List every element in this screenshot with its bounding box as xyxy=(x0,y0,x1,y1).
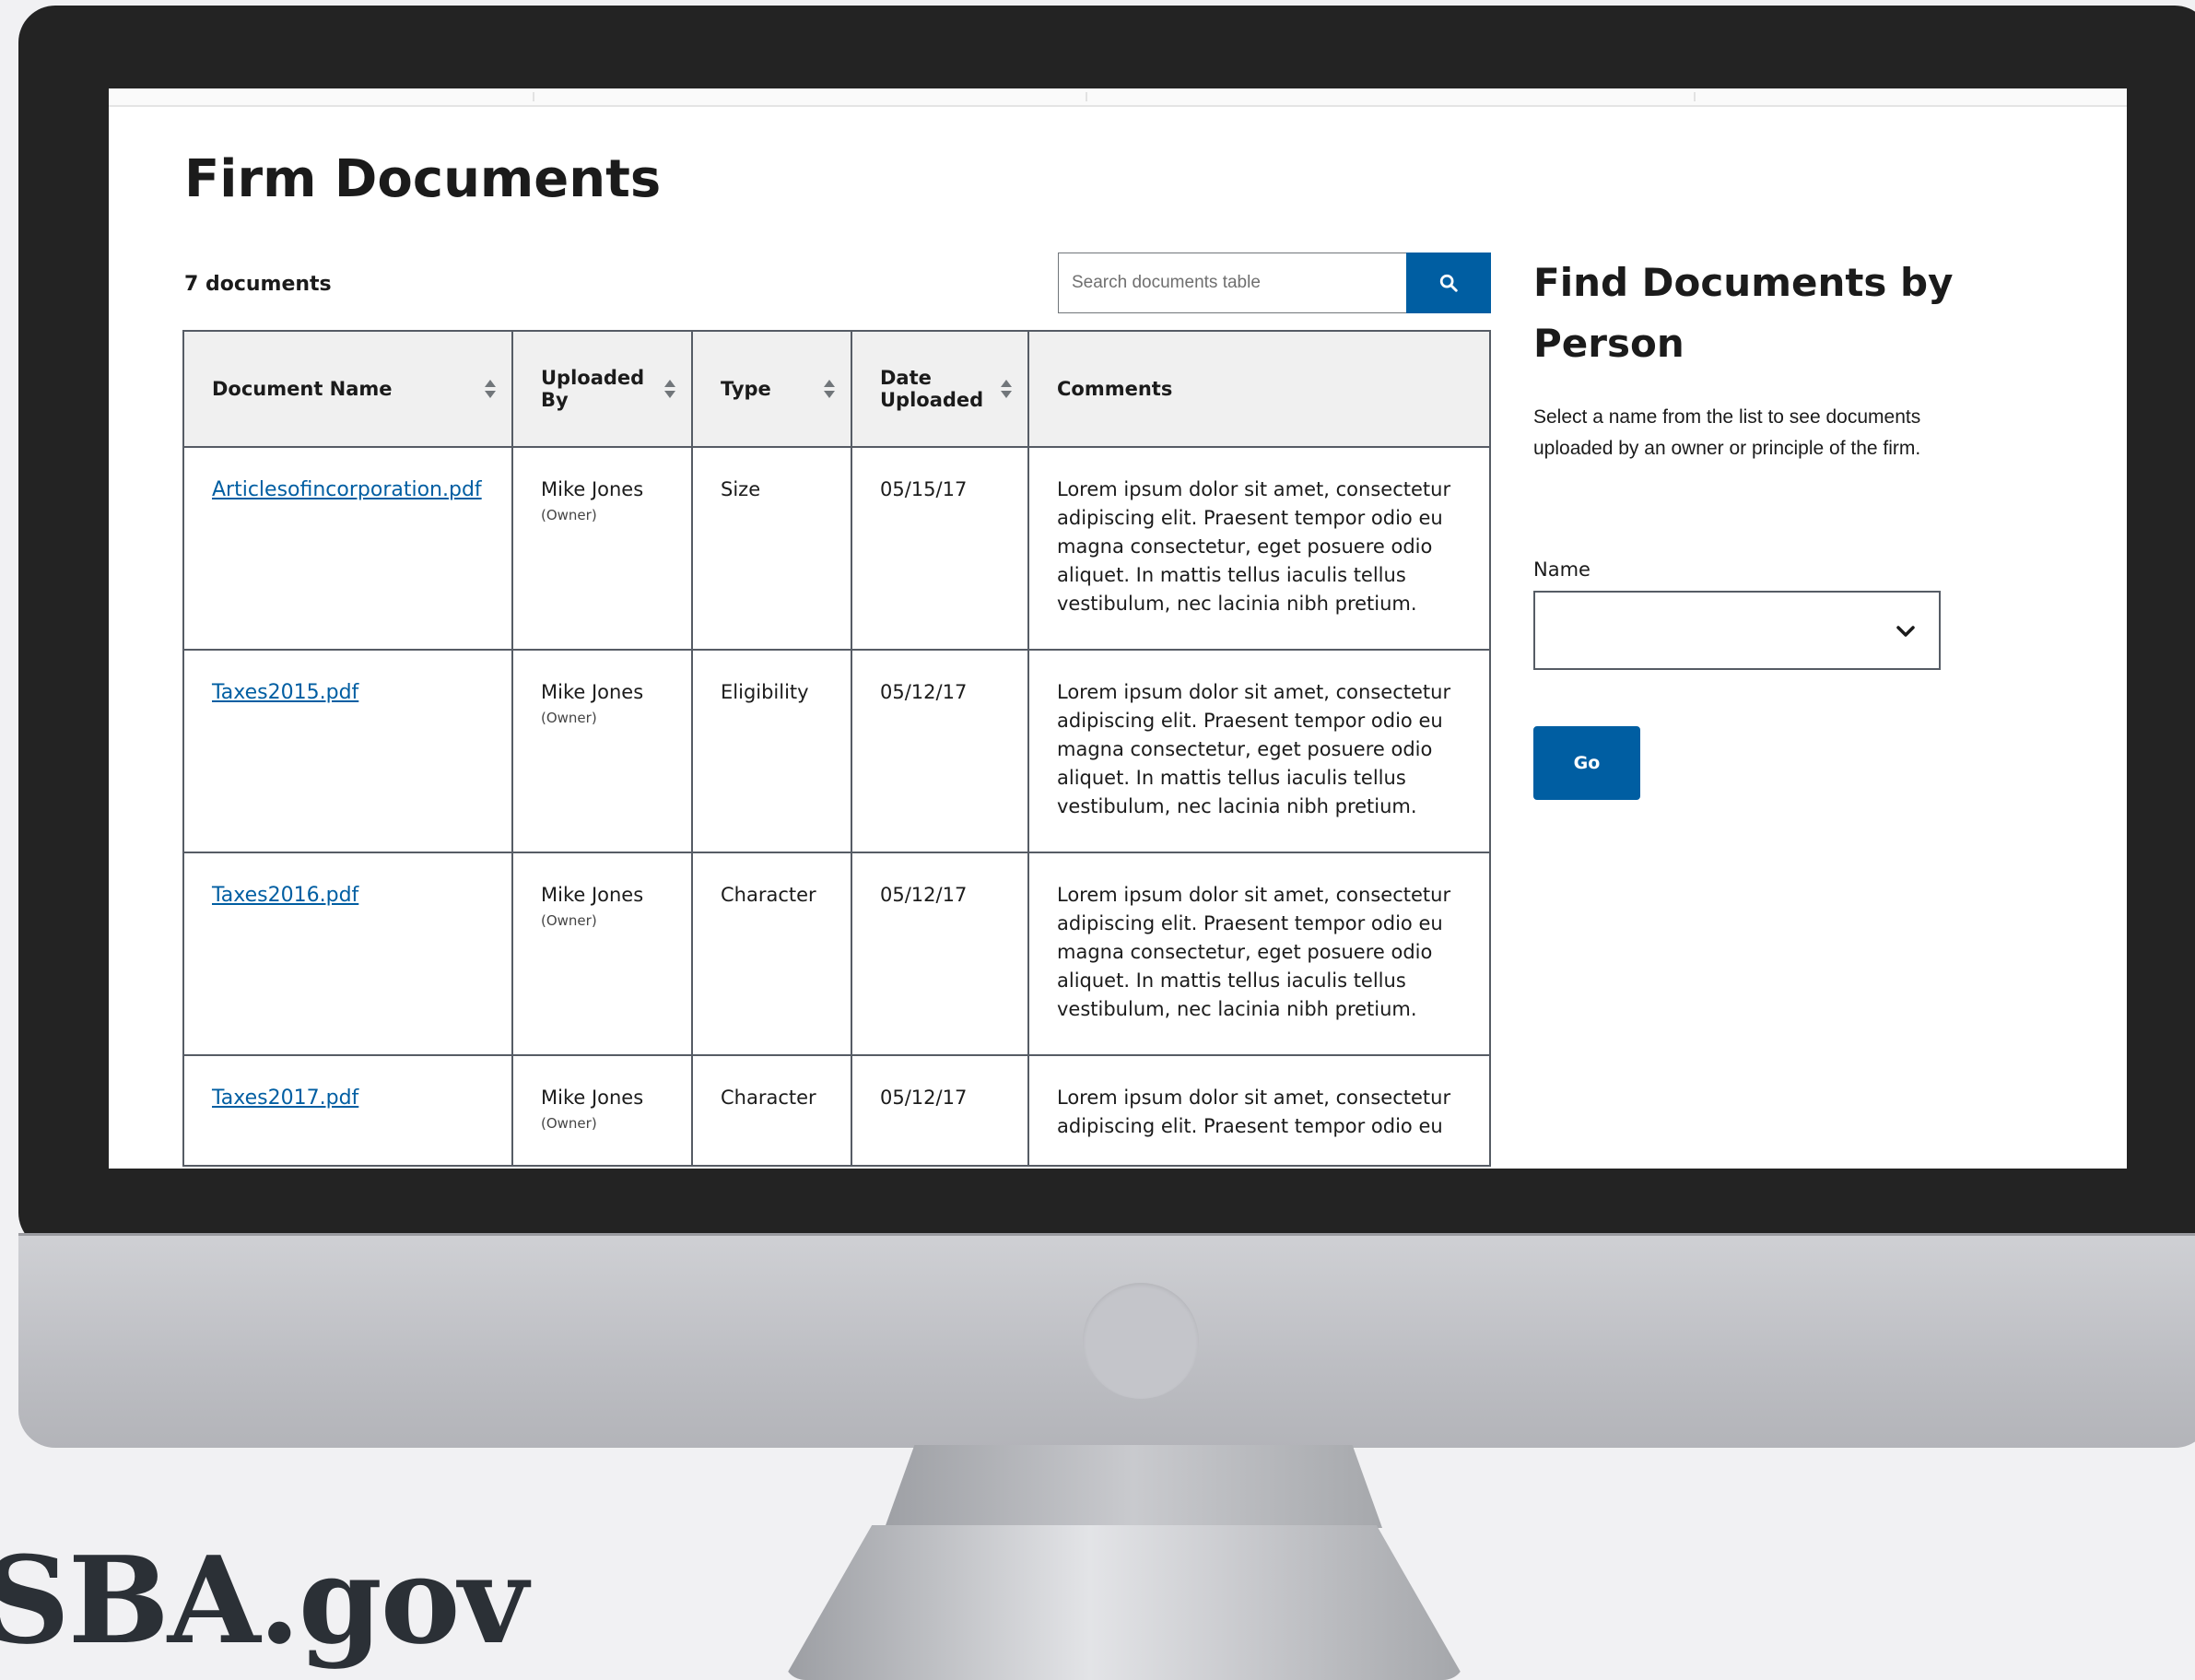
cell-comments: Lorem ipsum dolor sit amet, consectetur … xyxy=(1027,852,1491,1056)
column-header-label: Document Name xyxy=(212,378,393,400)
cell-comments: Lorem ipsum dolor sit amet, consectetur … xyxy=(1027,446,1491,651)
uploader-role: (Owner) xyxy=(541,710,597,726)
cell-date: 05/15/17 xyxy=(851,446,1029,651)
document-link[interactable]: Taxes2016.pdf xyxy=(212,884,358,907)
name-label: Name xyxy=(1533,558,1590,581)
sidebar-help-text: Select a name from the list to see docum… xyxy=(1533,406,1921,459)
page-title: Firm Documents xyxy=(184,149,662,209)
cell-document-name: Taxes2015.pdf xyxy=(182,649,513,853)
cell-uploaded-by: Mike Jones (Owner) xyxy=(511,446,693,651)
table-row: Articlesofincorporation.pdf Mike Jones (O… xyxy=(182,446,1491,651)
column-header-date-uploaded[interactable]: Date Uploaded xyxy=(851,330,1029,448)
cell-document-name: Articlesofincorporation.pdf xyxy=(182,446,513,651)
column-header-document-name[interactable]: Document Name xyxy=(182,330,513,448)
cell-date: 05/12/17 xyxy=(851,649,1029,853)
uploader-name: Mike Jones xyxy=(541,1087,644,1109)
uploader-name: Mike Jones xyxy=(541,681,644,703)
table-header-row: Document Name Uploaded By Type Date Uplo… xyxy=(182,330,1491,448)
uploader-role: (Owner) xyxy=(541,912,597,929)
table-row: Taxes2017.pdf Mike Jones (Owner) Characte… xyxy=(182,1054,1491,1167)
uploader-role: (Owner) xyxy=(541,1115,597,1132)
nav-divider xyxy=(1694,92,1696,101)
cell-uploaded-by: Mike Jones (Owner) xyxy=(511,649,693,853)
sort-icon xyxy=(1001,380,1012,398)
sba-logo: SBA.gov xyxy=(0,1530,528,1671)
uploader-name: Mike Jones xyxy=(541,884,644,906)
cell-type: Size xyxy=(691,446,852,651)
cell-type: Eligibility xyxy=(691,649,852,853)
table-row: Taxes2015.pdf Mike Jones (Owner) Eligibil… xyxy=(182,649,1491,853)
monitor-logo-circle xyxy=(1083,1283,1199,1399)
document-link[interactable]: Taxes2015.pdf xyxy=(212,681,358,704)
monitor-neck xyxy=(885,1445,1382,1528)
uploader-name: Mike Jones xyxy=(541,478,644,500)
cell-document-name: Taxes2017.pdf xyxy=(182,1054,513,1167)
search-form xyxy=(1058,253,1491,313)
search-input[interactable] xyxy=(1058,253,1406,313)
column-header-label: Comments xyxy=(1057,378,1173,400)
cell-document-name: Taxes2016.pdf xyxy=(182,852,513,1056)
sort-icon xyxy=(485,380,496,398)
document-count: 7 documents xyxy=(184,273,332,296)
sort-icon xyxy=(664,380,675,398)
column-header-comments: Comments xyxy=(1027,330,1491,448)
column-header-type[interactable]: Type xyxy=(691,330,852,448)
table-row: Taxes2016.pdf Mike Jones (Owner) Characte… xyxy=(182,852,1491,1056)
search-icon xyxy=(1439,274,1458,292)
cell-uploaded-by: Mike Jones (Owner) xyxy=(511,1054,693,1167)
name-select[interactable] xyxy=(1533,591,1941,670)
screen: Firm Documents 7 documents Document Name… xyxy=(109,88,2127,1169)
go-button[interactable]: Go xyxy=(1533,726,1640,800)
document-link[interactable]: Taxes2017.pdf xyxy=(212,1087,358,1110)
nav-divider xyxy=(1086,92,1087,101)
monitor-stand xyxy=(783,1525,1465,1680)
uploader-role: (Owner) xyxy=(541,507,597,523)
cell-date: 05/12/17 xyxy=(851,852,1029,1056)
nav-divider xyxy=(533,92,534,101)
column-header-label: Date Uploaded xyxy=(880,367,984,411)
column-header-uploaded-by[interactable]: Uploaded By xyxy=(511,330,693,448)
top-nav-strip xyxy=(109,88,2127,107)
cell-uploaded-by: Mike Jones (Owner) xyxy=(511,852,693,1056)
cell-type: Character xyxy=(691,1054,852,1167)
document-link[interactable]: Articlesofincorporation.pdf xyxy=(212,478,482,501)
cell-comments: Lorem ipsum dolor sit amet, consectetur … xyxy=(1027,649,1491,853)
cell-date: 05/12/17 xyxy=(851,1054,1029,1167)
cell-comments: Lorem ipsum dolor sit amet, consectetur … xyxy=(1027,1054,1491,1167)
column-header-label: Uploaded By xyxy=(541,367,645,411)
search-button[interactable] xyxy=(1406,253,1491,313)
sidebar-title: Find Documents by Person xyxy=(1533,260,1954,366)
documents-table: Document Name Uploaded By Type Date Uplo… xyxy=(182,330,1491,1167)
column-header-label: Type xyxy=(721,378,771,400)
sort-icon xyxy=(824,380,835,398)
cell-type: Character xyxy=(691,852,852,1056)
chevron-down-icon xyxy=(1896,626,1915,637)
